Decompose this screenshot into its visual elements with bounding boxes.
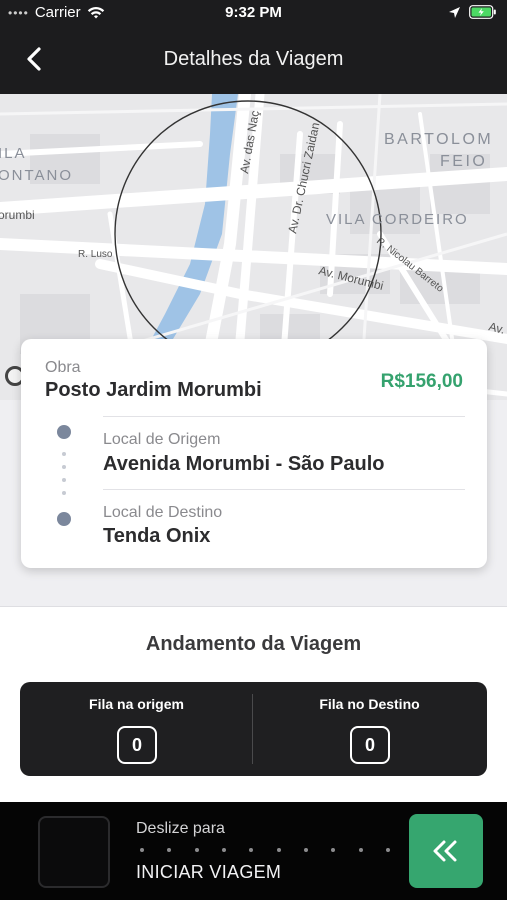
queue-origin: Fila na origem 0	[20, 682, 253, 776]
obra-label: Obra	[45, 359, 81, 376]
map-label: R. Luso	[78, 249, 113, 260]
queue-destination-label: Fila no Destino	[319, 696, 420, 712]
route-dot-icon	[62, 452, 66, 456]
origin-dot-icon	[57, 425, 71, 439]
destination-value: Tenda Onix	[103, 525, 211, 547]
location-arrow-icon	[449, 6, 460, 18]
trip-progress-section: Andamento da Viagem Fila na origem 0 Fil…	[0, 606, 507, 802]
slide-hint: Deslize para	[136, 820, 225, 837]
route-dot-icon	[62, 465, 66, 469]
trip-details-card: Obra Posto Jardim Morumbi R$156,00 Local…	[21, 339, 487, 568]
double-chevron-left-icon	[433, 840, 457, 862]
slide-to-start-bar[interactable]: Deslize para INICIAR VIAGEM	[0, 802, 507, 900]
route-dot-icon	[62, 478, 66, 482]
map-label: orumbi	[0, 208, 35, 222]
slider-track-start	[38, 816, 110, 888]
status-time: 9:32 PM	[225, 4, 282, 21]
divider	[103, 416, 465, 417]
origin-label: Local de Origem	[103, 431, 221, 448]
slide-action-label: INICIAR VIAGEM	[136, 862, 282, 882]
map-label: FEIO	[440, 153, 487, 170]
obra-name: Posto Jardim Morumbi	[45, 379, 262, 401]
progress-title: Andamento da Viagem	[145, 633, 362, 655]
page-title: Detalhes da Viagem	[163, 48, 344, 70]
map-label: ONTANO	[0, 167, 73, 184]
queue-panel: Fila na origem 0 Fila no Destino 0	[20, 682, 487, 776]
queue-destination-value: 0	[350, 726, 390, 764]
navigation-bar: Detalhes da Viagem	[0, 26, 507, 94]
queue-destination: Fila no Destino 0	[253, 682, 486, 776]
queue-origin-label: Fila na origem	[89, 696, 184, 712]
map-label: BARTOLOM	[384, 131, 493, 148]
map-label: ILA	[0, 145, 27, 162]
origin-value: Avenida Morumbi - São Paulo	[103, 453, 385, 475]
slide-handle-button[interactable]	[409, 814, 483, 888]
destination-label: Local de Destino	[103, 504, 223, 521]
map-label: VILA CORDEIRO	[326, 211, 469, 228]
status-bar: •••• Carrier 9:32 PM	[0, 0, 507, 26]
slide-track-dots	[140, 848, 390, 852]
destination-dot-icon	[57, 512, 71, 526]
queue-origin-value: 0	[117, 726, 157, 764]
divider	[103, 489, 465, 490]
battery-icon	[469, 5, 496, 19]
route-dot-icon	[62, 491, 66, 495]
trip-price: R$156,00	[380, 371, 463, 392]
